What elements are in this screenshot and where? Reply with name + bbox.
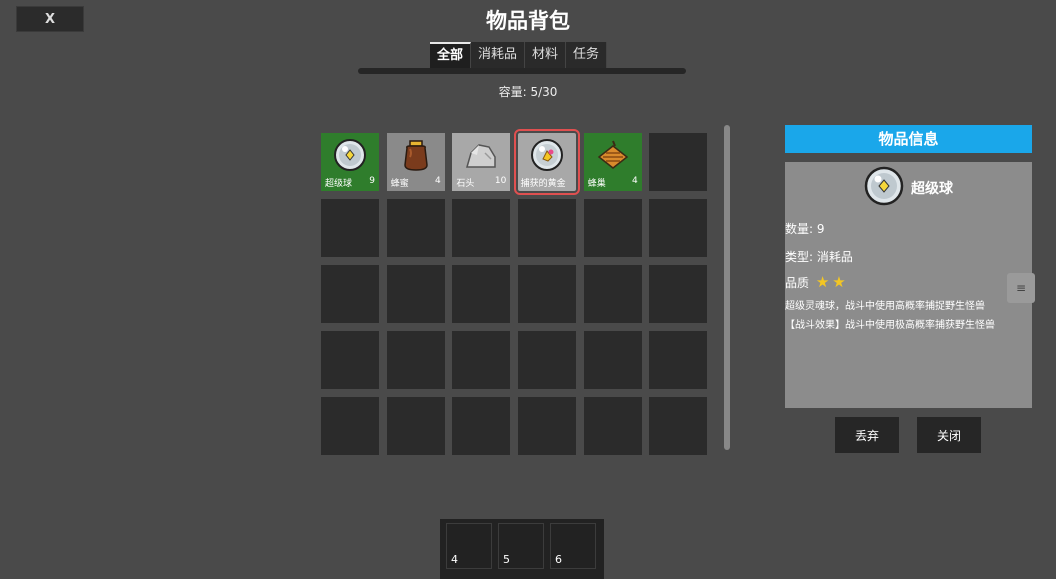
hotbar: 4 5 6 [440, 519, 604, 579]
info-panel: 超级球 数量: 9 类型: 消耗品 品质 ★ ★ 超级灵魂球，战斗中使用高概率捕捉… [785, 162, 1032, 408]
inventory-slot-empty[interactable] [452, 331, 511, 389]
inventory-slot-empty[interactable] [321, 199, 379, 257]
page-title: 物品背包 [486, 9, 570, 33]
hotbar-slot[interactable]: 6 [550, 523, 596, 569]
inventory-slot-captured-gold[interactable]: 捕获的黄金 [514, 129, 581, 195]
rock-icon [466, 144, 497, 168]
hotbar-slot-number: 6 [555, 553, 562, 566]
inventory-scrollbar[interactable] [724, 125, 730, 450]
inventory-slot-honey[interactable]: 蜂蜜 4 [386, 133, 445, 191]
hotbar-slot-number: 4 [451, 553, 458, 566]
inventory-slot-empty[interactable] [452, 265, 511, 323]
inventory-slot-empty[interactable] [452, 199, 511, 257]
item-title: 超级球 [911, 181, 953, 197]
item-count [566, 176, 574, 189]
tab-underline [358, 68, 686, 74]
tab-quests[interactable]: 任务 [566, 42, 608, 68]
inventory-slot-rock[interactable]: 石头 10 [452, 133, 511, 191]
inventory-slot-empty[interactable] [649, 133, 708, 191]
inventory-slot-empty[interactable] [583, 199, 642, 257]
inventory-slot-empty[interactable] [452, 397, 511, 455]
inventory-slot-empty[interactable] [583, 265, 642, 323]
inventory-slot-super-ball[interactable]: 超级球 9 [321, 133, 379, 191]
honeycomb-icon [597, 140, 628, 169]
tab-materials[interactable]: 材料 [525, 42, 567, 68]
tab-bar: 全部 消耗品 材料 任务 [430, 42, 608, 68]
inventory-grid: 超级球 9 蜂蜜 4 石头 10 捕获的黄金 蜂巢 4 [321, 129, 708, 455]
item-name: 蜂蜜 [390, 179, 409, 189]
star-icon: ★ [832, 273, 846, 291]
inventory-slot-empty[interactable] [321, 331, 379, 389]
close-button[interactable]: 关闭 [917, 417, 981, 453]
inventory-slot-empty[interactable] [518, 331, 577, 389]
inventory-slot-empty[interactable] [321, 397, 379, 455]
inventory-slot-empty[interactable] [518, 199, 577, 257]
inventory-slot-empty[interactable] [649, 199, 708, 257]
item-name: 捕获的黄金 [520, 179, 566, 189]
item-quality: 品质 ★ ★ [785, 273, 846, 291]
hotbar-slot[interactable]: 5 [498, 523, 544, 569]
hotbar-slot-number: 5 [503, 553, 510, 566]
info-panel-header: 物品信息 [785, 125, 1032, 153]
discard-button[interactable]: 丢弃 [835, 417, 899, 453]
description-line: 超级灵魂球，战斗中使用高概率捕捉野生怪兽 [785, 301, 985, 312]
description-line: 【战斗效果】战斗中使用极高概率捕获野生怪兽 [785, 320, 995, 331]
inventory-slot-empty[interactable] [518, 265, 577, 323]
tab-all[interactable]: 全部 [430, 42, 472, 68]
item-quantity: 数量: 9 [785, 222, 825, 236]
inventory-slot-empty[interactable] [649, 265, 708, 323]
super-ball-icon [334, 139, 366, 171]
item-count: 9 [369, 176, 375, 186]
hotbar-slot[interactable]: 4 [446, 523, 492, 569]
inventory-slot-empty[interactable] [386, 199, 445, 257]
item-name: 石头 [456, 179, 475, 189]
super-ball-icon [864, 166, 904, 206]
inventory-slot-empty[interactable] [649, 331, 708, 389]
honey-jar-icon [403, 140, 428, 171]
quality-label: 品质 [785, 276, 810, 290]
inventory-slot-empty[interactable] [386, 397, 445, 455]
tab-consumables[interactable]: 消耗品 [471, 42, 526, 68]
capacity-text: 容量: 5/30 [498, 85, 558, 99]
item-type: 类型: 消耗品 [785, 250, 853, 264]
inventory-slot-empty[interactable] [583, 397, 642, 455]
item-description: 超级灵魂球，战斗中使用高概率捕捉野生怪兽 【战斗效果】战斗中使用极高概率捕获野生… [785, 297, 1032, 335]
inventory-slot-empty[interactable] [386, 331, 445, 389]
item-name: 超级球 [325, 179, 353, 189]
star-icon: ★ [815, 273, 830, 291]
item-count: 10 [494, 176, 507, 186]
captured-gold-ball-icon [531, 139, 564, 171]
inventory-slot-empty[interactable] [386, 265, 445, 323]
inventory-slot-empty[interactable] [518, 397, 577, 455]
item-count: 4 [632, 176, 638, 186]
inventory-slot-empty[interactable] [583, 331, 642, 389]
item-count: 4 [434, 176, 441, 186]
inventory-slot-empty[interactable] [321, 265, 379, 323]
menu-handle-icon[interactable]: ≡ [1007, 273, 1035, 303]
item-name: 蜂巢 [587, 179, 606, 189]
inventory-slot-honeycomb[interactable]: 蜂巢 4 [583, 133, 642, 191]
inventory-slot-empty[interactable] [649, 397, 708, 455]
